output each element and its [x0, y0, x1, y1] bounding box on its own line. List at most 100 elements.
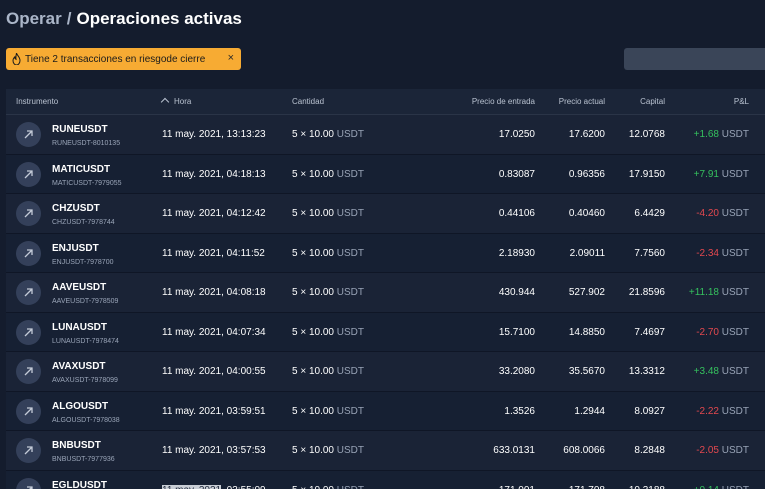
entry-price-cell: 171.001 [499, 485, 535, 489]
open-trade-button[interactable] [16, 122, 41, 147]
col-current-price[interactable]: Precio actual [559, 97, 605, 106]
time-cell: 11 may. 2021, 03:59:51 [162, 405, 266, 417]
open-trade-button[interactable] [16, 240, 41, 266]
instrument-symbol: AVAXUSDT [52, 361, 106, 372]
entry-price-cell: 430.944 [498, 287, 535, 298]
quantity-cell: 5 × 10.00 USDT [292, 366, 364, 377]
open-trade-button[interactable] [16, 201, 41, 226]
current-price-cell: 0.40460 [568, 208, 605, 219]
time-rest: , 03:55:09 [221, 485, 265, 489]
capital-cell: 7.4697 [634, 326, 665, 338]
trade-id: AAVEUSDT-7978509 [52, 298, 119, 305]
alert-message: Tiene 2 transacciones en riesgode cierre [25, 53, 206, 65]
col-instrument[interactable]: Instrumento [16, 97, 58, 106]
quantity-value: 5 × 10.00 [292, 168, 334, 180]
open-trade-button[interactable] [16, 477, 41, 489]
pnl-cell: +7.91 USDT [694, 169, 749, 180]
entry-price-cell: 1.3526 [504, 405, 535, 417]
pnl-unit: USDT [721, 129, 749, 140]
open-trade-button[interactable] [16, 398, 41, 424]
table-row[interactable]: LUNAUSDT LUNAUSDT-7978474 11 may. 2021, 04… [6, 312, 765, 352]
table-row[interactable]: CHZUSDT CHZUSDT-7978744 11 may. 2021, 04:1… [6, 194, 765, 234]
entry-price-cell: 15.7100 [498, 326, 535, 338]
time-cell: 11 may. 2021, 03:57:53 [162, 445, 266, 456]
table-row[interactable]: MATICUSDT MATICUSDT-7979055 11 may. 2021, … [6, 154, 765, 194]
time-cell: 11 may. 2021, 03:55:09 [162, 484, 266, 489]
col-pnl[interactable]: P&L [734, 97, 749, 106]
time-cell: 11 may. 2021, 04:08:18 [162, 287, 266, 298]
current-price-cell: 0.96356 [568, 168, 605, 180]
quantity-value: 5 × 10.00 [292, 247, 334, 259]
quantity-value: 5 × 10.00 [292, 208, 334, 219]
time-cell: 11 may. 2021, 13:13:23 [162, 129, 266, 140]
close-icon[interactable]: × [228, 52, 234, 64]
capital-cell: 8.0927 [634, 405, 665, 417]
quantity-unit: USDT [336, 247, 364, 259]
current-price-cell: 171.708 [569, 485, 605, 489]
open-trade-button[interactable] [16, 359, 41, 384]
col-time-label: Hora [174, 97, 192, 106]
arrow-up-right-icon [23, 485, 34, 489]
table-row[interactable]: ALGOUSDT ALGOUSDT-7978038 11 may. 2021, 03… [6, 391, 765, 431]
table-row[interactable]: ENJUSDT ENJUSDT-7978700 11 may. 2021, 04:1… [6, 233, 765, 273]
quantity-unit: USDT [336, 405, 364, 417]
time-cell: 11 may. 2021, 04:18:13 [162, 168, 266, 180]
pnl-value: +11.18 [688, 287, 719, 298]
quantity-cell: 5 × 10.00 USDT [292, 169, 364, 180]
col-capital[interactable]: Capital [640, 97, 665, 106]
breadcrumb-separator: / [66, 9, 72, 28]
col-quantity[interactable]: Cantidad [292, 97, 324, 106]
arrow-up-right-icon [23, 129, 34, 140]
current-price-cell: 17.6200 [568, 129, 605, 140]
pnl-cell: +3.48 USDT [694, 366, 749, 377]
instrument-symbol: ENJUSDT [52, 242, 99, 254]
filter-input[interactable] [624, 48, 765, 70]
arrow-up-right-icon [23, 406, 34, 417]
table-row[interactable]: AAVEUSDT AAVEUSDT-7978509 11 may. 2021, 04… [6, 273, 765, 313]
quantity-cell: 5 × 10.00 USDT [292, 248, 364, 259]
instrument-symbol: RUNEUSDT [52, 124, 108, 135]
col-time[interactable]: Hora [160, 97, 192, 107]
quantity-cell: 5 × 10.00 USDT [292, 208, 364, 219]
quantity-cell: 5 × 10.00 USDT [292, 406, 364, 417]
quantity-value: 5 × 10.00 [292, 287, 334, 298]
table-row[interactable]: BNBUSDT BNBUSDT-7977936 11 may. 2021, 03:5… [6, 431, 765, 471]
time-cell: 11 may. 2021, 04:11:52 [162, 247, 265, 259]
open-trade-button[interactable] [16, 438, 41, 463]
col-entry-price[interactable]: Precio de entrada [472, 97, 535, 106]
current-price-cell: 14.8850 [568, 326, 605, 338]
capital-cell: 6.4429 [634, 208, 665, 219]
open-trade-button[interactable] [16, 280, 41, 305]
instrument-symbol: LUNAUSDT [52, 321, 107, 333]
pnl-value: -2.70 [696, 326, 719, 338]
table-header: Instrumento Hora Cantidad Precio de entr… [6, 89, 765, 115]
table-body: RUNEUSDT RUNEUSDT-8010135 11 may. 2021, 13… [6, 115, 765, 489]
entry-price-cell: 0.44106 [498, 208, 535, 219]
instrument-symbol: EGLDUSDT [52, 479, 107, 489]
capital-cell: 21.8596 [628, 287, 665, 298]
quantity-value: 5 × 10.00 [292, 366, 334, 377]
pnl-cell: +11.18 USDT [689, 287, 749, 298]
open-trade-button[interactable] [16, 161, 41, 187]
page-title: Operar / Operaciones activas [6, 9, 242, 29]
quantity-cell: 5 × 10.00 USDT [292, 327, 364, 338]
instrument-symbol: CHZUSDT [52, 203, 100, 214]
pnl-unit: USDT [721, 366, 749, 377]
pnl-value: +3.48 [693, 366, 719, 377]
arrow-up-right-icon [23, 248, 34, 259]
breadcrumb-trade-link[interactable]: Operar [6, 9, 62, 28]
quantity-unit: USDT [336, 445, 364, 456]
table-row[interactable]: EGLDUSDT 11 may. 2021, 03:55:09 5 × 10.00 … [6, 470, 765, 489]
capital-cell: 17.9150 [628, 168, 665, 180]
entry-price-cell: 17.0250 [498, 129, 535, 140]
trade-id: MATICUSDT-7979055 [52, 179, 122, 187]
open-trade-button[interactable] [16, 319, 41, 345]
quantity-value: 5 × 10.00 [292, 326, 334, 338]
pnl-value: +0.14 [694, 485, 719, 489]
pnl-unit: USDT [721, 247, 749, 259]
pnl-value: -2.34 [696, 247, 719, 259]
breadcrumb-current: Operaciones activas [76, 9, 242, 28]
pnl-value: -2.22 [696, 405, 719, 417]
table-row[interactable]: AVAXUSDT AVAXUSDT-7978099 11 may. 2021, 04… [6, 352, 765, 392]
table-row[interactable]: RUNEUSDT RUNEUSDT-8010135 11 may. 2021, 13… [6, 115, 765, 155]
